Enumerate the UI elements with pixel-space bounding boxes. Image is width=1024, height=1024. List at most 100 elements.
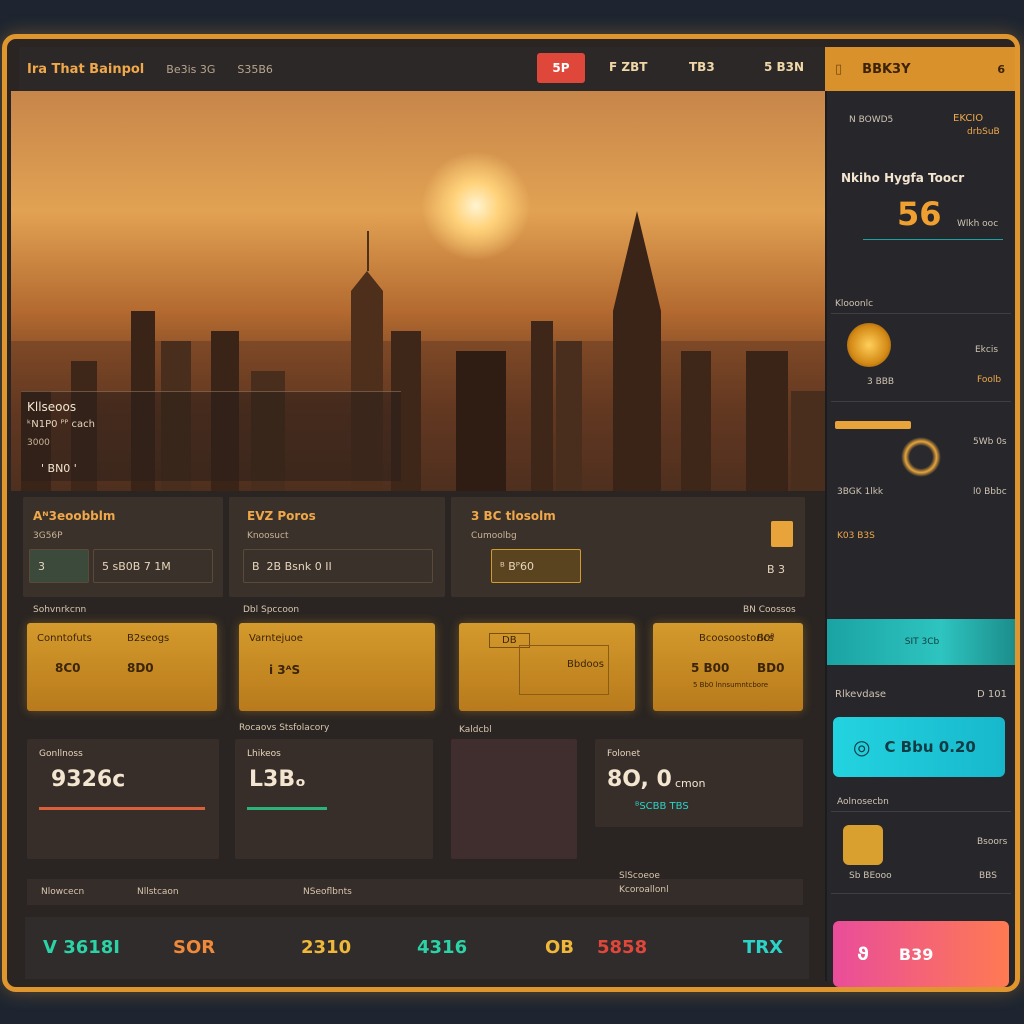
sidebar-item1-c: 3 BBB — [867, 377, 895, 387]
top-bar: Ira That Bainpol Be3is 3G S35B6 5P F ZBT… — [19, 47, 825, 91]
pink-action-button[interactable]: ϑ B39 — [833, 921, 1009, 987]
sidebar-item2-b: K03 B3S — [837, 531, 875, 541]
gold-card-1-value-b: 8D0 — [127, 661, 154, 675]
panel-3[interactable]: 3 BC tlosolm Cumoolbg ᴮ Bᴾ60 B 3 — [451, 497, 805, 597]
pink-action-label: B39 — [898, 944, 934, 964]
panel-1-sub: 3G56P — [33, 531, 63, 541]
dashboard-frame: Ira That Bainpol Be3is 3G S35B6 5P F ZBT… — [2, 34, 1020, 992]
sidebar-divider-4 — [831, 811, 1011, 812]
gold-card-1-label-2: B2seogs — [127, 633, 170, 644]
right-header-label: BBK3Y — [862, 61, 911, 77]
gold-card-2-label: Varntejuoe — [249, 633, 303, 644]
gold-card-3[interactable]: DB Bbdoos — [459, 623, 635, 711]
gold-card-4-value-a: 5 B00 — [691, 661, 730, 675]
sidebar-big-sub: Wlkh ooc — [957, 219, 999, 229]
gold-card-4-label-2: B0ᴮ — [757, 633, 775, 644]
stat-card-4-sub: ᴮSCBB TBS — [635, 801, 689, 812]
stat-card-4-unit: cmon — [675, 777, 706, 790]
app-title: Ira That Bainpol — [27, 61, 145, 77]
panel-3-title: 3 BC tlosolm — [471, 509, 556, 523]
sidebar-headline: Nkiho Hygfa Toocr — [841, 171, 965, 185]
stat-card-4-label: Folonet — [607, 749, 641, 759]
sidebar-section-1: Klooonlc — [835, 299, 874, 309]
ticker-item-6: 5858 — [597, 937, 648, 958]
bolt-icon: ϑ — [857, 943, 869, 965]
gold-card-3-box — [519, 645, 609, 695]
sidebar-item2-c: 3BGK 1lkk — [837, 487, 884, 497]
ticker-item-2: SOR — [173, 937, 216, 958]
panel-2-sub: Knoosuct — [247, 531, 289, 541]
sidebar-divider-1 — [863, 239, 1003, 240]
ticker-item-5: OB — [545, 937, 575, 958]
sidebar-row1-b: EKCIO — [953, 113, 984, 124]
sidebar-item3-c: BBS — [979, 871, 997, 881]
panel-2-stat: B 2B Bsnk 0 II — [243, 549, 433, 583]
sidebar-section-2-right: D 101 — [977, 689, 1007, 700]
teal-strip-button[interactable]: SIT 3Cb — [827, 619, 1015, 665]
ticker-item-3: 2310 — [301, 937, 352, 958]
gold-card-2[interactable]: Varntejuoe i 3ᴬS — [239, 623, 435, 711]
refresh-icon: ◎ — [853, 735, 871, 759]
right-header-count: 6 — [997, 62, 1005, 76]
stat-card-1-value: 9326ϲ — [51, 767, 126, 792]
footer-label-e: Kcoroallonl — [619, 885, 669, 895]
panel-1-chip-value: 3 — [38, 559, 45, 573]
panel-1-title: Aᴺ3eoobblm — [33, 509, 116, 523]
footer-label-d: SlScoeoe — [619, 871, 660, 881]
ticker-bar: V 3618I SOR 2310 4316 OB 5858 TRX — [25, 917, 809, 979]
teal-action-button[interactable]: ◎ C Bbu 0.20 — [833, 717, 1005, 777]
stat-card-4[interactable]: Folonet 8O, 0 cmon ᴮSCBB TBS — [595, 739, 803, 827]
right-header[interactable]: ▯ BBK3Y 6 — [825, 47, 1015, 91]
panel-3-chip-value: ᴮ Bᴾ60 — [500, 559, 534, 573]
tab-1[interactable]: Be3is 3G — [166, 63, 215, 76]
stat-card-3[interactable] — [451, 739, 577, 859]
stat-card-2[interactable]: Lhikeos L3Bₒ — [235, 739, 433, 859]
stat-card-1-trend-line — [39, 807, 205, 810]
sidebar-item2-d: l0 Bbbc — [973, 487, 1007, 497]
panel-1-stat: 5 sB0B 7 1M — [93, 549, 213, 583]
sidebar-row1-a: N BOWD5 — [849, 115, 894, 125]
stat-3: 5 B3N — [764, 60, 805, 74]
panel-3-file-icon — [771, 521, 793, 547]
panel-2-chip-value: B — [252, 559, 260, 573]
gold-card-1-label: Conntofuts — [37, 633, 92, 644]
gold-card-1[interactable]: Conntofuts B2seogs 8C0 8D0 — [27, 623, 217, 711]
ticker-item-4: 4316 — [417, 937, 468, 958]
stat-card-4-value: 8O, 0 — [607, 767, 672, 792]
teal-action-label: C Bbu 0.20 — [884, 738, 976, 756]
sidebar-row1-c: drbSuB — [967, 127, 1000, 137]
spinner-icon — [901, 437, 941, 477]
tab-2[interactable]: S35B6 — [237, 63, 273, 76]
section-label-b: Dbl Spccoon — [243, 605, 300, 615]
ticker-item-1: V 3618I — [43, 937, 120, 958]
panel-3-chip: ᴮ Bᴾ60 — [491, 549, 581, 583]
section-label-e: Kaldcbl — [459, 725, 492, 735]
panel-2[interactable]: EVZ Poros Knoosuct B 2B Bsnk 0 II — [229, 497, 445, 597]
stat-card-2-value: L3Bₒ — [249, 767, 306, 792]
section-label-d: Rocaovs Stsfolacory — [239, 723, 330, 733]
sidebar-divider-2 — [831, 313, 1011, 314]
stat-card-1[interactable]: Gonllnoss 9326ϲ — [27, 739, 219, 859]
sidebar-progress — [835, 421, 911, 429]
footer-label-a: Nlowcecn — [41, 887, 85, 897]
sidebar-item1-d: Foolb — [977, 375, 1002, 385]
hero-caption: Kllseoos ᵏN1P0 ᴾᴾ cach 3000 ' BN0 ' — [21, 391, 401, 481]
ticker-item-7: TRX — [743, 937, 784, 958]
gold-card-4[interactable]: Bcoosoostorlcs B0ᴮ 5 B00 BD0 5 Bb0 lnnsu… — [653, 623, 803, 711]
coin-icon — [847, 323, 891, 367]
sidebar-big-value: 56 — [897, 195, 942, 233]
right-sidebar: N BOWD5 EKCIO drbSuB Nkiho Hygfa Toocr 5… — [825, 91, 1015, 987]
alert-button[interactable]: 5P — [537, 53, 585, 83]
bookmark-icon: ▯ — [835, 61, 843, 77]
panel-1[interactable]: Aᴺ3eoobblm 3G56P 3 5 sB0B 7 1M — [23, 497, 223, 597]
hero-image: Kllseoos ᵏN1P0 ᴾᴾ cach 3000 ' BN0 ' — [11, 91, 825, 491]
hero-caption-title: Kllseoos — [27, 400, 77, 414]
sidebar-item3-a: Bsoors — [977, 837, 1008, 847]
section-label-c: BN Coossos — [743, 605, 796, 615]
sidebar-section-2: Rlkevdase — [835, 689, 887, 700]
sidebar-item3-icon — [843, 825, 883, 865]
footer-labels: Nlowcecn Nllstcaon NSeoflbnts SlScoeoe K… — [27, 871, 803, 905]
hero-caption-value: ' BN0 ' — [41, 462, 77, 475]
hero-caption-sub: ᵏN1P0 ᴾᴾ cach — [27, 419, 95, 430]
stat-card-1-label: Gonllnoss — [39, 749, 83, 759]
